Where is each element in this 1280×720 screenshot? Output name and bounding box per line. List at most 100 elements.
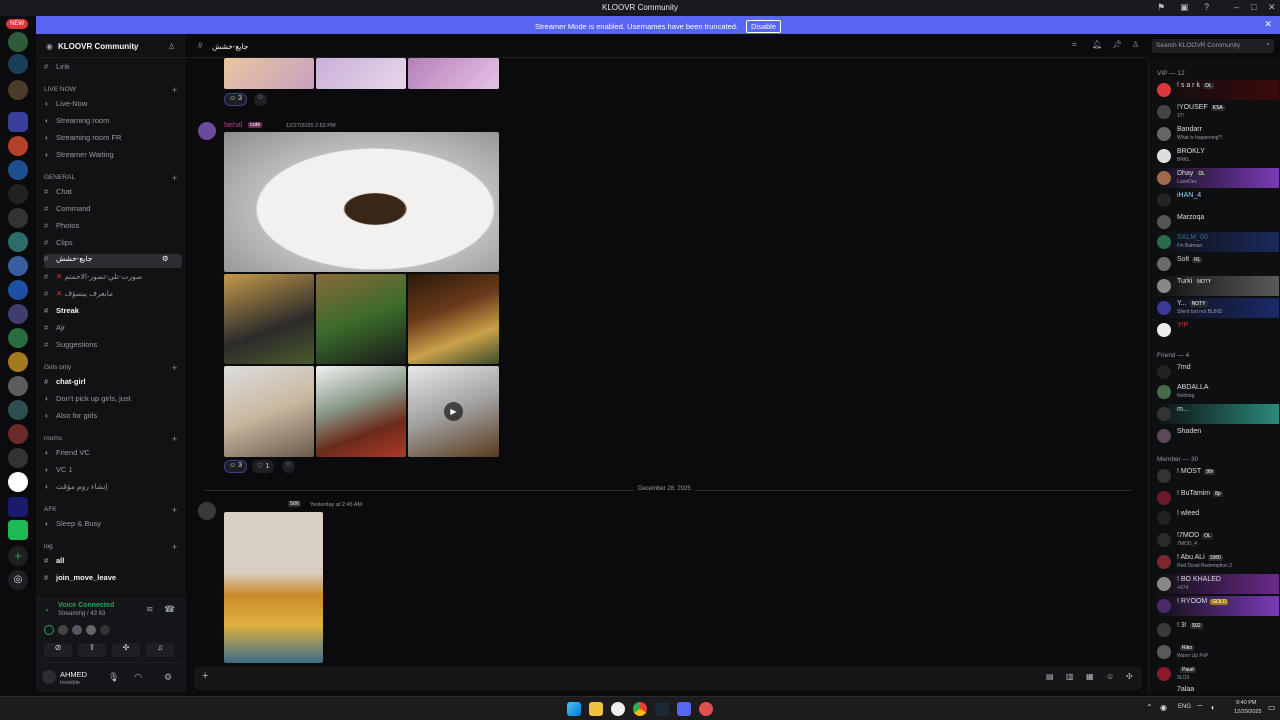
gif-icon[interactable]: ▥ bbox=[1066, 672, 1074, 681]
disable-streamer-mode-button[interactable]: Disable bbox=[746, 20, 782, 33]
member-item[interactable]: !7MOD OL 7MOD_4 bbox=[1155, 530, 1279, 550]
help-icon[interactable]: ? bbox=[1204, 2, 1209, 12]
category-general[interactable]: GENERAL + bbox=[44, 173, 177, 183]
channel-friend-vc[interactable]: ◖ Friend VC bbox=[44, 448, 182, 462]
member-item[interactable]: 7md bbox=[1155, 362, 1279, 382]
member-item[interactable]: BROKLY BRKL bbox=[1155, 146, 1279, 166]
plus-icon[interactable]: + bbox=[202, 670, 208, 682]
member-item[interactable]: ! Abu ALi 1980 Red Dead Redemption 2 bbox=[1155, 552, 1279, 572]
activities-button[interactable]: ✣ bbox=[112, 643, 140, 657]
add-channel-icon[interactable]: + bbox=[172, 434, 177, 444]
channel-suggestions[interactable]: # Suggestions bbox=[44, 340, 182, 354]
channel-chat[interactable]: # Chat bbox=[44, 187, 182, 201]
avatar[interactable] bbox=[72, 625, 82, 635]
start-icon[interactable] bbox=[567, 702, 581, 716]
member-item[interactable]: SALM_00 I'm Batman bbox=[1155, 232, 1279, 252]
attachment-image[interactable] bbox=[408, 58, 499, 89]
steam-icon[interactable] bbox=[655, 702, 669, 716]
server-icon[interactable] bbox=[8, 232, 28, 252]
add-channel-icon[interactable]: + bbox=[172, 363, 177, 373]
file-explorer-icon[interactable] bbox=[589, 702, 603, 716]
category-log[interactable]: log + bbox=[44, 542, 177, 552]
minimize-icon[interactable]: – bbox=[1234, 2, 1239, 12]
category-rooms[interactable]: rooms + bbox=[44, 434, 177, 444]
server-icon[interactable] bbox=[8, 376, 28, 396]
member-item[interactable]: Dhay OL LuneDev bbox=[1155, 168, 1279, 188]
search-input[interactable]: Search KLOOVR Community ⌕ bbox=[1152, 39, 1274, 53]
add-channel-icon[interactable]: + bbox=[172, 85, 177, 95]
member-item[interactable]: m... bbox=[1155, 404, 1279, 424]
noise-suppression-icon[interactable]: ≋ bbox=[146, 604, 154, 615]
settings-icon[interactable]: ⚙ bbox=[162, 254, 169, 263]
member-item[interactable]: ! BuTamim 8p bbox=[1155, 488, 1279, 508]
play-icon[interactable]: ▶ bbox=[444, 402, 463, 421]
category-afk[interactable]: AFK + bbox=[44, 505, 177, 515]
channel-ajr[interactable]: # Ajr bbox=[44, 323, 182, 337]
attachment-image[interactable] bbox=[316, 366, 406, 457]
emoji-icon[interactable]: ☺ bbox=[1106, 672, 1114, 681]
attachment-image[interactable] bbox=[224, 58, 314, 89]
add-server-icon[interactable]: + bbox=[8, 546, 28, 566]
discover-icon[interactable]: ◎ bbox=[8, 570, 28, 590]
tray-icon[interactable]: ◉ bbox=[1160, 703, 1167, 712]
headphones-icon[interactable]: ◠ bbox=[134, 672, 142, 683]
channel-streamer-waiting[interactable]: ◖ Streamer Waiting bbox=[44, 150, 182, 164]
add-friend-icon[interactable]: ♙ bbox=[168, 42, 175, 51]
server-header[interactable]: ◉ KLOOVR Community ⌄ ♙ bbox=[36, 34, 186, 58]
member-item[interactable]: Paud 9LO3 bbox=[1155, 664, 1279, 684]
server-icon[interactable] bbox=[8, 472, 28, 492]
apps-icon[interactable]: ✣ bbox=[1126, 672, 1133, 681]
gift-icon[interactable]: ▤ bbox=[1046, 672, 1054, 681]
channel-link[interactable]: # Link bbox=[44, 62, 182, 76]
server-icon[interactable] bbox=[8, 497, 28, 517]
inbox-icon[interactable]: ⚑ bbox=[1157, 2, 1165, 13]
member-item[interactable]: iHAN_4 bbox=[1155, 190, 1279, 210]
microphone-icon[interactable]: 🎙 bbox=[108, 672, 119, 683]
message-composer[interactable]: + ▤ ▥ ▦ ☺ ✣ bbox=[194, 666, 1142, 690]
channel-also-girls[interactable]: ◖ Also for girls bbox=[44, 411, 182, 425]
attachment-image[interactable] bbox=[224, 366, 314, 457]
avatar[interactable] bbox=[198, 502, 216, 520]
disconnect-icon[interactable]: ☎ bbox=[164, 604, 175, 615]
close-window-icon[interactable]: ✕ bbox=[1268, 2, 1276, 13]
member-item[interactable]: ! s a r k OL bbox=[1155, 80, 1279, 100]
member-item[interactable]: Turki NOTY bbox=[1155, 276, 1279, 296]
add-channel-icon[interactable]: + bbox=[172, 505, 177, 515]
language-indicator[interactable]: ENG bbox=[1178, 704, 1191, 710]
discord-icon[interactable] bbox=[677, 702, 691, 716]
member-item[interactable]: 7alaa bbox=[1155, 684, 1279, 692]
add-channel-icon[interactable]: + bbox=[172, 173, 177, 183]
server-icon[interactable] bbox=[8, 448, 28, 468]
reaction[interactable]: ♡ 1 bbox=[252, 460, 275, 473]
chevron-up-icon[interactable]: ⌃ bbox=[1146, 703, 1153, 712]
attachment-image[interactable] bbox=[316, 58, 406, 89]
server-icon[interactable] bbox=[8, 400, 28, 420]
channel-chat-girl[interactable]: # chat-girl bbox=[44, 377, 182, 391]
member-item[interactable]: Solt RL bbox=[1155, 254, 1279, 274]
member-list-icon[interactable]: ♙ bbox=[1132, 40, 1139, 49]
channel-clips[interactable]: # Clips bbox=[44, 238, 182, 252]
sticker-icon[interactable]: ▦ bbox=[1086, 672, 1094, 681]
maximize-icon[interactable]: □ bbox=[1251, 2, 1256, 12]
member-item[interactable]: Riko Warm Up PvP bbox=[1155, 642, 1279, 662]
member-item[interactable]: ! wleed bbox=[1155, 508, 1279, 528]
reaction[interactable]: ☺ 3 bbox=[224, 460, 247, 473]
server-icon[interactable] bbox=[8, 160, 28, 180]
member-item[interactable]: ! BO KHALED +974 bbox=[1155, 574, 1279, 594]
clock-date[interactable]: 12/29/2025 bbox=[1234, 709, 1262, 715]
server-icon[interactable] bbox=[8, 328, 28, 348]
app-icon[interactable] bbox=[699, 702, 713, 716]
member-item[interactable]: ! MOST 99r bbox=[1155, 466, 1279, 486]
server-icon[interactable] bbox=[8, 208, 28, 228]
clock-time[interactable]: 9:40 PM bbox=[1236, 700, 1256, 706]
member-item[interactable]: ! 3! S02 bbox=[1155, 620, 1279, 640]
attachment-video[interactable]: ▶ bbox=[408, 366, 499, 457]
message-author[interactable]: Nehal bbox=[224, 122, 242, 129]
channel-streaming-room[interactable]: ◖ Streaming room bbox=[44, 116, 182, 130]
add-channel-icon[interactable]: + bbox=[172, 542, 177, 552]
member-item[interactable]: !YOUSEF KSA 1!!! bbox=[1155, 102, 1279, 122]
avatar[interactable] bbox=[86, 625, 96, 635]
member-item[interactable]: Bandarr What is happening?! bbox=[1155, 124, 1279, 144]
member-item[interactable]: ABDALLA Nothing. bbox=[1155, 382, 1279, 402]
category-live-now[interactable]: LIVE NOW + bbox=[44, 85, 177, 95]
